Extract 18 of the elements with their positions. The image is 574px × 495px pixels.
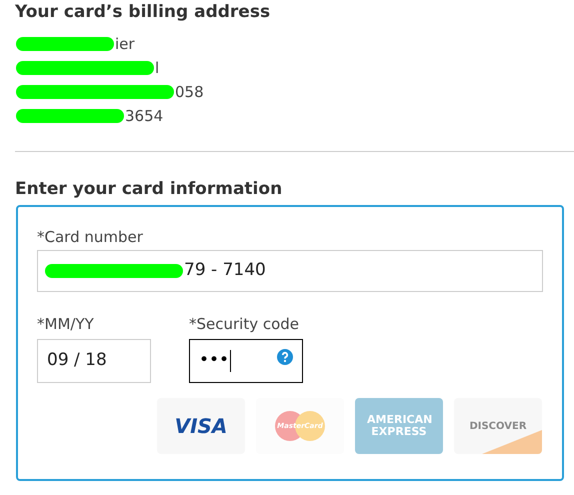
address-line: l [155,58,160,79]
field-label: *Security code [189,314,300,334]
address-line: 058 [175,82,204,103]
field-label: *Card number [37,227,144,247]
field-label: *MM/YY [37,314,95,334]
help-icon[interactable] [277,349,293,365]
expiry-field[interactable]: 09 / 18 [37,339,151,383]
masked-code: ••• [199,349,230,372]
section-title: Your card’s billing address [15,1,272,23]
amex-logo: AMERICAN EXPRESS [355,398,443,454]
card-number-value: 79 - 7140 [184,259,266,282]
address-line: ier [115,34,135,55]
address-line: 3654 [125,106,164,127]
security-code-field[interactable]: ••• [189,339,303,383]
section-title: Enter your card information [15,178,284,200]
visa-logo: VISA [157,398,245,454]
discover-logo: DISCOVER [454,398,542,454]
card-number-field[interactable]: 79 - 7140 [37,250,543,292]
